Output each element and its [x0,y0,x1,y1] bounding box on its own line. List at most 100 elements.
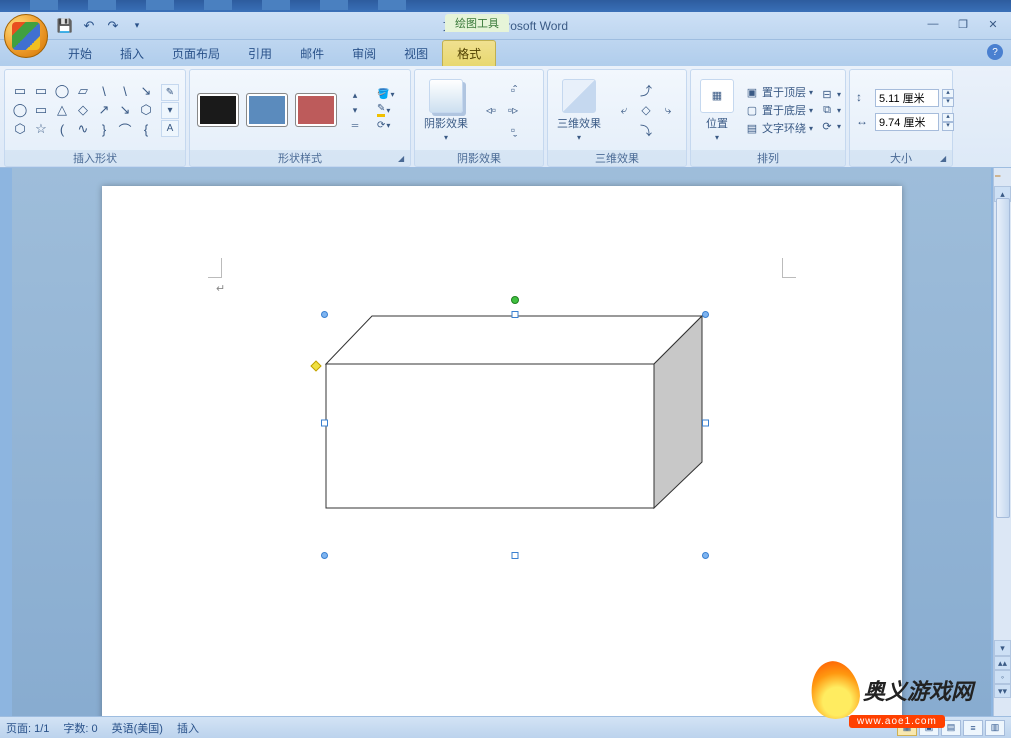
group-3d: 三维效果 ▾ ⤴ ⤶◇⤷ ⤵ 三维效果 [547,69,687,167]
group-size: ↕ ▴▾ ↔ ▴▾ 大小 ◢ [849,69,953,167]
tab-page-layout[interactable]: 页面布局 [158,41,234,66]
shape-item[interactable]: ↗ [94,101,114,119]
shape-item[interactable]: ∿ [73,120,93,138]
shape-fill-button[interactable]: 🪣▾ [377,89,394,100]
shape-item[interactable]: ⌒ [115,120,135,138]
text-wrap-button[interactable]: ▤文字环绕▾ [745,120,813,136]
tab-mailings[interactable]: 邮件 [286,41,338,66]
minimize-button[interactable]: — [921,16,945,32]
send-back-button[interactable]: ▢置于底层▾ [745,102,813,118]
shape-item[interactable]: ⬡ [136,101,156,119]
tilt-down-icon[interactable]: ⤵ [636,121,656,139]
shape-item[interactable]: { [136,120,156,138]
shape-item[interactable]: ☆ [31,120,51,138]
qat-save-icon[interactable]: 💾 [54,16,76,36]
page[interactable]: ↵ Ba jing [102,186,902,716]
styles-launcher-icon[interactable]: ◢ [398,154,408,164]
shape-item[interactable]: ◯ [10,101,30,119]
shadow-effects-button[interactable]: 阴影效果 ▾ [420,77,472,144]
nudge-down-icon[interactable]: ▫̬ [503,121,523,139]
shape-item[interactable]: ( [52,120,72,138]
width-up-icon[interactable]: ▴ [942,113,954,122]
office-button[interactable] [4,14,48,58]
scroll-thumb[interactable] [996,198,1010,518]
bring-front-button[interactable]: ▣置于顶层▾ [745,84,813,100]
status-page[interactable]: 页面: 1/1 [6,720,49,736]
adjust-handle[interactable] [310,360,321,371]
resize-handle[interactable] [702,311,709,318]
group-button[interactable]: ⧉▾ [820,103,841,117]
status-language[interactable]: 英语(美国) [112,720,163,736]
shape-item[interactable]: \ [94,82,114,100]
more-shapes-icon[interactable]: ▾ [161,102,179,119]
style-more-icon[interactable]: ＝ [346,118,364,132]
tilt-left-icon[interactable]: ⤶ [614,101,634,119]
shape-outline-button[interactable]: ✎▾ [377,103,394,117]
nudge-right-icon[interactable]: ▫▹ [503,101,523,119]
style-row-down-icon[interactable]: ▾ [346,103,364,117]
shape-item[interactable]: ▭ [31,101,51,119]
text-box-icon[interactable]: A [161,120,179,137]
close-button[interactable]: ✕ [981,16,1005,32]
resize-handle[interactable] [512,552,519,559]
shape-item[interactable]: ▱ [73,82,93,100]
shape-item[interactable]: ◇ [73,101,93,119]
3d-effects-button[interactable]: 三维效果 ▾ [553,77,605,144]
tab-review[interactable]: 审阅 [338,41,390,66]
resize-handle[interactable] [512,311,519,318]
edit-shape-icon[interactable]: ✎ [161,84,179,101]
style-swatch-blue[interactable] [246,93,288,127]
document-area[interactable]: ↵ Ba jing [12,168,991,716]
qat-customize-icon[interactable]: ▾ [126,16,148,36]
restore-button[interactable]: ❐ [951,16,975,32]
shape-item[interactable]: \ [115,82,135,100]
chevron-down-icon: ▾ [577,133,581,142]
position-button[interactable]: ▦ 位置 ▾ [696,77,738,144]
selected-shape-cube[interactable] [324,314,706,532]
rotate-handle[interactable] [511,296,519,304]
tab-home[interactable]: 开始 [54,41,106,66]
shape-item[interactable]: } [94,120,114,138]
style-row-up-icon[interactable]: ▴ [346,88,364,102]
width-input[interactable] [875,113,939,131]
tilt-center-icon[interactable]: ◇ [636,101,656,119]
help-icon[interactable]: ? [987,44,1003,60]
tilt-right-icon[interactable]: ⤷ [658,101,678,119]
split-icon[interactable]: ⎯ [995,170,1009,184]
tab-references[interactable]: 引用 [234,41,286,66]
qat-redo-icon[interactable]: ↷ [102,16,124,36]
shape-item[interactable]: ▭ [10,82,30,100]
resize-handle[interactable] [321,311,328,318]
style-swatch-red[interactable] [295,93,337,127]
resize-handle[interactable] [702,552,709,559]
height-up-icon[interactable]: ▴ [942,89,954,98]
nudge-up-icon[interactable]: ▫̂ [503,81,523,99]
tab-view[interactable]: 视图 [390,41,442,66]
shape-item[interactable]: ↘ [136,82,156,100]
resize-handle[interactable] [702,420,709,427]
nudge-left-icon[interactable]: ◃▫ [481,101,501,119]
change-shape-button[interactable]: ⟳▾ [377,120,394,131]
height-input[interactable] [875,89,939,107]
size-launcher-icon[interactable]: ◢ [940,154,950,164]
status-mode[interactable]: 插入 [177,720,199,736]
shape-item[interactable]: ⬡ [10,120,30,138]
qat-undo-icon[interactable]: ↶ [78,16,100,36]
shape-item[interactable]: ◯ [52,82,72,100]
vertical-scrollbar[interactable]: ⎯ ▴ ▴▴ ◦ ▾▾ ▾ [993,168,1011,716]
tab-format[interactable]: 格式 [442,40,496,66]
status-words[interactable]: 字数: 0 [63,720,97,736]
tab-insert[interactable]: 插入 [106,41,158,66]
shape-item[interactable]: ▭ [31,82,51,100]
resize-handle[interactable] [321,552,328,559]
shape-item[interactable]: ↘ [115,101,135,119]
width-down-icon[interactable]: ▾ [942,122,954,131]
rotate-button[interactable]: ⟳▾ [820,119,841,133]
height-down-icon[interactable]: ▾ [942,98,954,107]
align-button[interactable]: ⊟▾ [820,87,841,101]
shape-item[interactable]: △ [52,101,72,119]
tilt-up-icon[interactable]: ⤴ [636,81,656,99]
shapes-gallery[interactable]: ▭ ▭ ◯ ▱ \ \ ↘ ◯ ▭ △ ◇ ↗ ↘ ⬡ ⬡ ☆ ( ∿ } ⌒ [10,82,156,138]
resize-handle[interactable] [321,420,328,427]
style-swatch-black[interactable] [197,93,239,127]
